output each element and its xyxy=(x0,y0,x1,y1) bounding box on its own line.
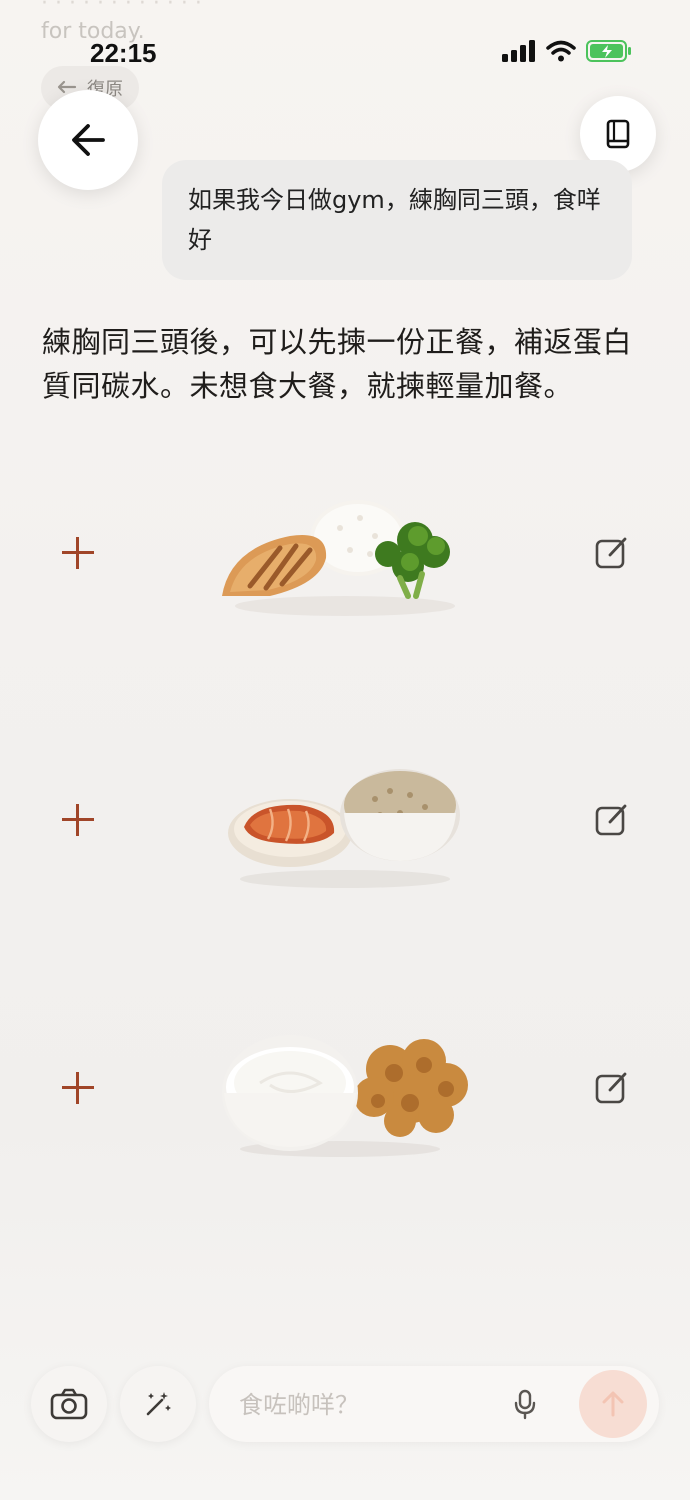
battery-charging-icon xyxy=(586,40,631,62)
back-button[interactable] xyxy=(38,90,138,190)
edit-icon[interactable] xyxy=(592,533,632,573)
status-time: 22:15 xyxy=(90,38,157,68)
edit-icon[interactable] xyxy=(592,1068,632,1108)
food-input-bar[interactable] xyxy=(209,1366,659,1442)
meal-option-yogurt-walnuts[interactable] xyxy=(0,993,690,1183)
camera-button[interactable] xyxy=(31,1366,107,1442)
plus-icon[interactable] xyxy=(58,533,98,573)
plus-icon[interactable] xyxy=(58,1068,98,1108)
previous-text-fragment: · · · · · · · · · · · · xyxy=(41,0,202,16)
salmon-brown-rice-image xyxy=(228,769,460,888)
edit-icon[interactable] xyxy=(592,800,632,840)
arrow-left-icon xyxy=(72,124,105,156)
meal-option-chicken-rice-broccoli[interactable] xyxy=(0,458,690,648)
plus-icon[interactable] xyxy=(58,800,98,840)
magic-wand-button[interactable] xyxy=(120,1366,196,1442)
magic-wand-icon xyxy=(146,1392,171,1416)
send-button[interactable] xyxy=(579,1370,647,1438)
arrow-up-icon xyxy=(602,1391,624,1417)
microphone-icon[interactable] xyxy=(509,1388,541,1420)
book-icon xyxy=(606,119,630,149)
food-input[interactable] xyxy=(237,1384,481,1426)
user-message-bubble: 如果我今日做gym，練胸同三頭，食咩好 xyxy=(162,160,632,280)
camera-icon xyxy=(50,1388,88,1420)
assistant-reply: 練胸同三頭後，可以先揀一份正餐，補返蛋白質同碳水。未想食大餐，就揀輕量加餐。 xyxy=(42,325,633,403)
yogurt-walnuts-image xyxy=(222,1035,468,1157)
wifi-icon xyxy=(546,40,576,62)
chicken-rice-broccoli-image xyxy=(222,500,455,616)
meal-option-salmon-brown-rice[interactable] xyxy=(0,725,690,915)
signal-icon xyxy=(502,40,535,62)
status-icons xyxy=(502,40,632,62)
